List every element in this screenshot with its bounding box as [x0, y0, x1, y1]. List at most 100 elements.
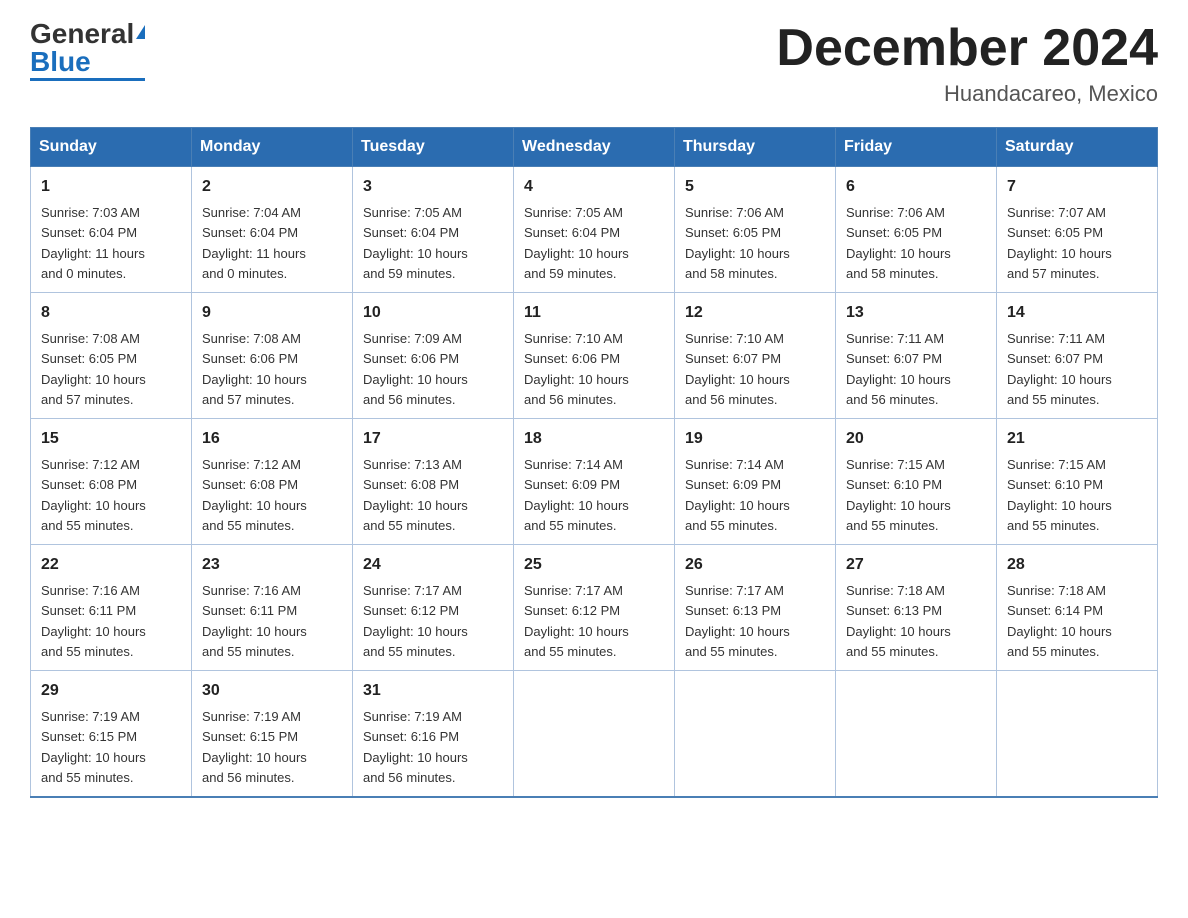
- day-info: Sunrise: 7:13 AMSunset: 6:08 PMDaylight:…: [363, 457, 468, 533]
- calendar-week-1: 1 Sunrise: 7:03 AMSunset: 6:04 PMDayligh…: [31, 167, 1158, 293]
- day-number: 4: [524, 175, 664, 199]
- day-info: Sunrise: 7:09 AMSunset: 6:06 PMDaylight:…: [363, 331, 468, 407]
- calendar-cell: 9 Sunrise: 7:08 AMSunset: 6:06 PMDayligh…: [192, 293, 353, 419]
- day-number: 26: [685, 553, 825, 577]
- day-number: 9: [202, 301, 342, 325]
- day-number: 19: [685, 427, 825, 451]
- day-info: Sunrise: 7:17 AMSunset: 6:12 PMDaylight:…: [363, 583, 468, 659]
- calendar-cell: [997, 671, 1158, 798]
- day-number: 5: [685, 175, 825, 199]
- calendar-cell: 18 Sunrise: 7:14 AMSunset: 6:09 PMDaylig…: [514, 419, 675, 545]
- day-info: Sunrise: 7:19 AMSunset: 6:15 PMDaylight:…: [202, 709, 307, 785]
- calendar-week-4: 22 Sunrise: 7:16 AMSunset: 6:11 PMDaylig…: [31, 545, 1158, 671]
- calendar-cell: 22 Sunrise: 7:16 AMSunset: 6:11 PMDaylig…: [31, 545, 192, 671]
- calendar-cell: 28 Sunrise: 7:18 AMSunset: 6:14 PMDaylig…: [997, 545, 1158, 671]
- day-number: 8: [41, 301, 181, 325]
- day-number: 3: [363, 175, 503, 199]
- calendar-week-3: 15 Sunrise: 7:12 AMSunset: 6:08 PMDaylig…: [31, 419, 1158, 545]
- calendar-cell: 31 Sunrise: 7:19 AMSunset: 6:16 PMDaylig…: [353, 671, 514, 798]
- calendar-cell: 21 Sunrise: 7:15 AMSunset: 6:10 PMDaylig…: [997, 419, 1158, 545]
- day-info: Sunrise: 7:06 AMSunset: 6:05 PMDaylight:…: [685, 205, 790, 281]
- day-info: Sunrise: 7:08 AMSunset: 6:06 PMDaylight:…: [202, 331, 307, 407]
- logo-blue: Blue: [30, 46, 91, 77]
- calendar-cell: 17 Sunrise: 7:13 AMSunset: 6:08 PMDaylig…: [353, 419, 514, 545]
- day-number: 22: [41, 553, 181, 577]
- col-saturday: Saturday: [997, 128, 1158, 167]
- page-header: General Blue December 2024 Huandacareo, …: [30, 20, 1158, 107]
- day-number: 11: [524, 301, 664, 325]
- day-info: Sunrise: 7:10 AMSunset: 6:07 PMDaylight:…: [685, 331, 790, 407]
- day-number: 30: [202, 679, 342, 703]
- day-info: Sunrise: 7:15 AMSunset: 6:10 PMDaylight:…: [1007, 457, 1112, 533]
- calendar-cell: 10 Sunrise: 7:09 AMSunset: 6:06 PMDaylig…: [353, 293, 514, 419]
- calendar-cell: 13 Sunrise: 7:11 AMSunset: 6:07 PMDaylig…: [836, 293, 997, 419]
- calendar-cell: 15 Sunrise: 7:12 AMSunset: 6:08 PMDaylig…: [31, 419, 192, 545]
- day-number: 21: [1007, 427, 1147, 451]
- day-number: 7: [1007, 175, 1147, 199]
- calendar-cell: 8 Sunrise: 7:08 AMSunset: 6:05 PMDayligh…: [31, 293, 192, 419]
- col-thursday: Thursday: [675, 128, 836, 167]
- calendar-week-5: 29 Sunrise: 7:19 AMSunset: 6:15 PMDaylig…: [31, 671, 1158, 798]
- day-number: 13: [846, 301, 986, 325]
- month-title: December 2024: [776, 20, 1158, 77]
- calendar-cell: 24 Sunrise: 7:17 AMSunset: 6:12 PMDaylig…: [353, 545, 514, 671]
- day-info: Sunrise: 7:18 AMSunset: 6:13 PMDaylight:…: [846, 583, 951, 659]
- calendar-cell: 26 Sunrise: 7:17 AMSunset: 6:13 PMDaylig…: [675, 545, 836, 671]
- calendar-cell: [836, 671, 997, 798]
- calendar-cell: 6 Sunrise: 7:06 AMSunset: 6:05 PMDayligh…: [836, 167, 997, 293]
- day-number: 2: [202, 175, 342, 199]
- day-number: 20: [846, 427, 986, 451]
- day-number: 27: [846, 553, 986, 577]
- day-number: 29: [41, 679, 181, 703]
- calendar-cell: 30 Sunrise: 7:19 AMSunset: 6:15 PMDaylig…: [192, 671, 353, 798]
- calendar-cell: 3 Sunrise: 7:05 AMSunset: 6:04 PMDayligh…: [353, 167, 514, 293]
- day-info: Sunrise: 7:03 AMSunset: 6:04 PMDaylight:…: [41, 205, 145, 281]
- calendar-cell: 14 Sunrise: 7:11 AMSunset: 6:07 PMDaylig…: [997, 293, 1158, 419]
- day-number: 14: [1007, 301, 1147, 325]
- logo-underline: [30, 78, 145, 81]
- calendar-cell: 5 Sunrise: 7:06 AMSunset: 6:05 PMDayligh…: [675, 167, 836, 293]
- logo-general: General: [30, 18, 134, 49]
- day-number: 12: [685, 301, 825, 325]
- day-info: Sunrise: 7:18 AMSunset: 6:14 PMDaylight:…: [1007, 583, 1112, 659]
- day-number: 16: [202, 427, 342, 451]
- day-number: 6: [846, 175, 986, 199]
- calendar-cell: 1 Sunrise: 7:03 AMSunset: 6:04 PMDayligh…: [31, 167, 192, 293]
- calendar-cell: 20 Sunrise: 7:15 AMSunset: 6:10 PMDaylig…: [836, 419, 997, 545]
- day-info: Sunrise: 7:12 AMSunset: 6:08 PMDaylight:…: [41, 457, 146, 533]
- logo-triangle-icon: [136, 25, 145, 39]
- day-info: Sunrise: 7:19 AMSunset: 6:15 PMDaylight:…: [41, 709, 146, 785]
- calendar-cell: [675, 671, 836, 798]
- logo: General Blue: [30, 20, 145, 81]
- day-number: 23: [202, 553, 342, 577]
- calendar-cell: 11 Sunrise: 7:10 AMSunset: 6:06 PMDaylig…: [514, 293, 675, 419]
- col-wednesday: Wednesday: [514, 128, 675, 167]
- day-info: Sunrise: 7:04 AMSunset: 6:04 PMDaylight:…: [202, 205, 306, 281]
- calendar-cell: 7 Sunrise: 7:07 AMSunset: 6:05 PMDayligh…: [997, 167, 1158, 293]
- day-number: 24: [363, 553, 503, 577]
- calendar-cell: 25 Sunrise: 7:17 AMSunset: 6:12 PMDaylig…: [514, 545, 675, 671]
- day-number: 1: [41, 175, 181, 199]
- calendar-cell: 19 Sunrise: 7:14 AMSunset: 6:09 PMDaylig…: [675, 419, 836, 545]
- calendar-cell: 2 Sunrise: 7:04 AMSunset: 6:04 PMDayligh…: [192, 167, 353, 293]
- header-row: Sunday Monday Tuesday Wednesday Thursday…: [31, 128, 1158, 167]
- col-sunday: Sunday: [31, 128, 192, 167]
- day-number: 25: [524, 553, 664, 577]
- day-number: 31: [363, 679, 503, 703]
- calendar-cell: 29 Sunrise: 7:19 AMSunset: 6:15 PMDaylig…: [31, 671, 192, 798]
- day-info: Sunrise: 7:15 AMSunset: 6:10 PMDaylight:…: [846, 457, 951, 533]
- day-info: Sunrise: 7:11 AMSunset: 6:07 PMDaylight:…: [846, 331, 951, 407]
- day-info: Sunrise: 7:16 AMSunset: 6:11 PMDaylight:…: [41, 583, 146, 659]
- calendar-cell: 23 Sunrise: 7:16 AMSunset: 6:11 PMDaylig…: [192, 545, 353, 671]
- day-number: 18: [524, 427, 664, 451]
- calendar-cell: 12 Sunrise: 7:10 AMSunset: 6:07 PMDaylig…: [675, 293, 836, 419]
- calendar-cell: 16 Sunrise: 7:12 AMSunset: 6:08 PMDaylig…: [192, 419, 353, 545]
- calendar-cell: 27 Sunrise: 7:18 AMSunset: 6:13 PMDaylig…: [836, 545, 997, 671]
- day-info: Sunrise: 7:14 AMSunset: 6:09 PMDaylight:…: [685, 457, 790, 533]
- day-info: Sunrise: 7:06 AMSunset: 6:05 PMDaylight:…: [846, 205, 951, 281]
- day-number: 28: [1007, 553, 1147, 577]
- title-section: December 2024 Huandacareo, Mexico: [776, 20, 1158, 107]
- day-info: Sunrise: 7:05 AMSunset: 6:04 PMDaylight:…: [524, 205, 629, 281]
- calendar-week-2: 8 Sunrise: 7:08 AMSunset: 6:05 PMDayligh…: [31, 293, 1158, 419]
- day-info: Sunrise: 7:10 AMSunset: 6:06 PMDaylight:…: [524, 331, 629, 407]
